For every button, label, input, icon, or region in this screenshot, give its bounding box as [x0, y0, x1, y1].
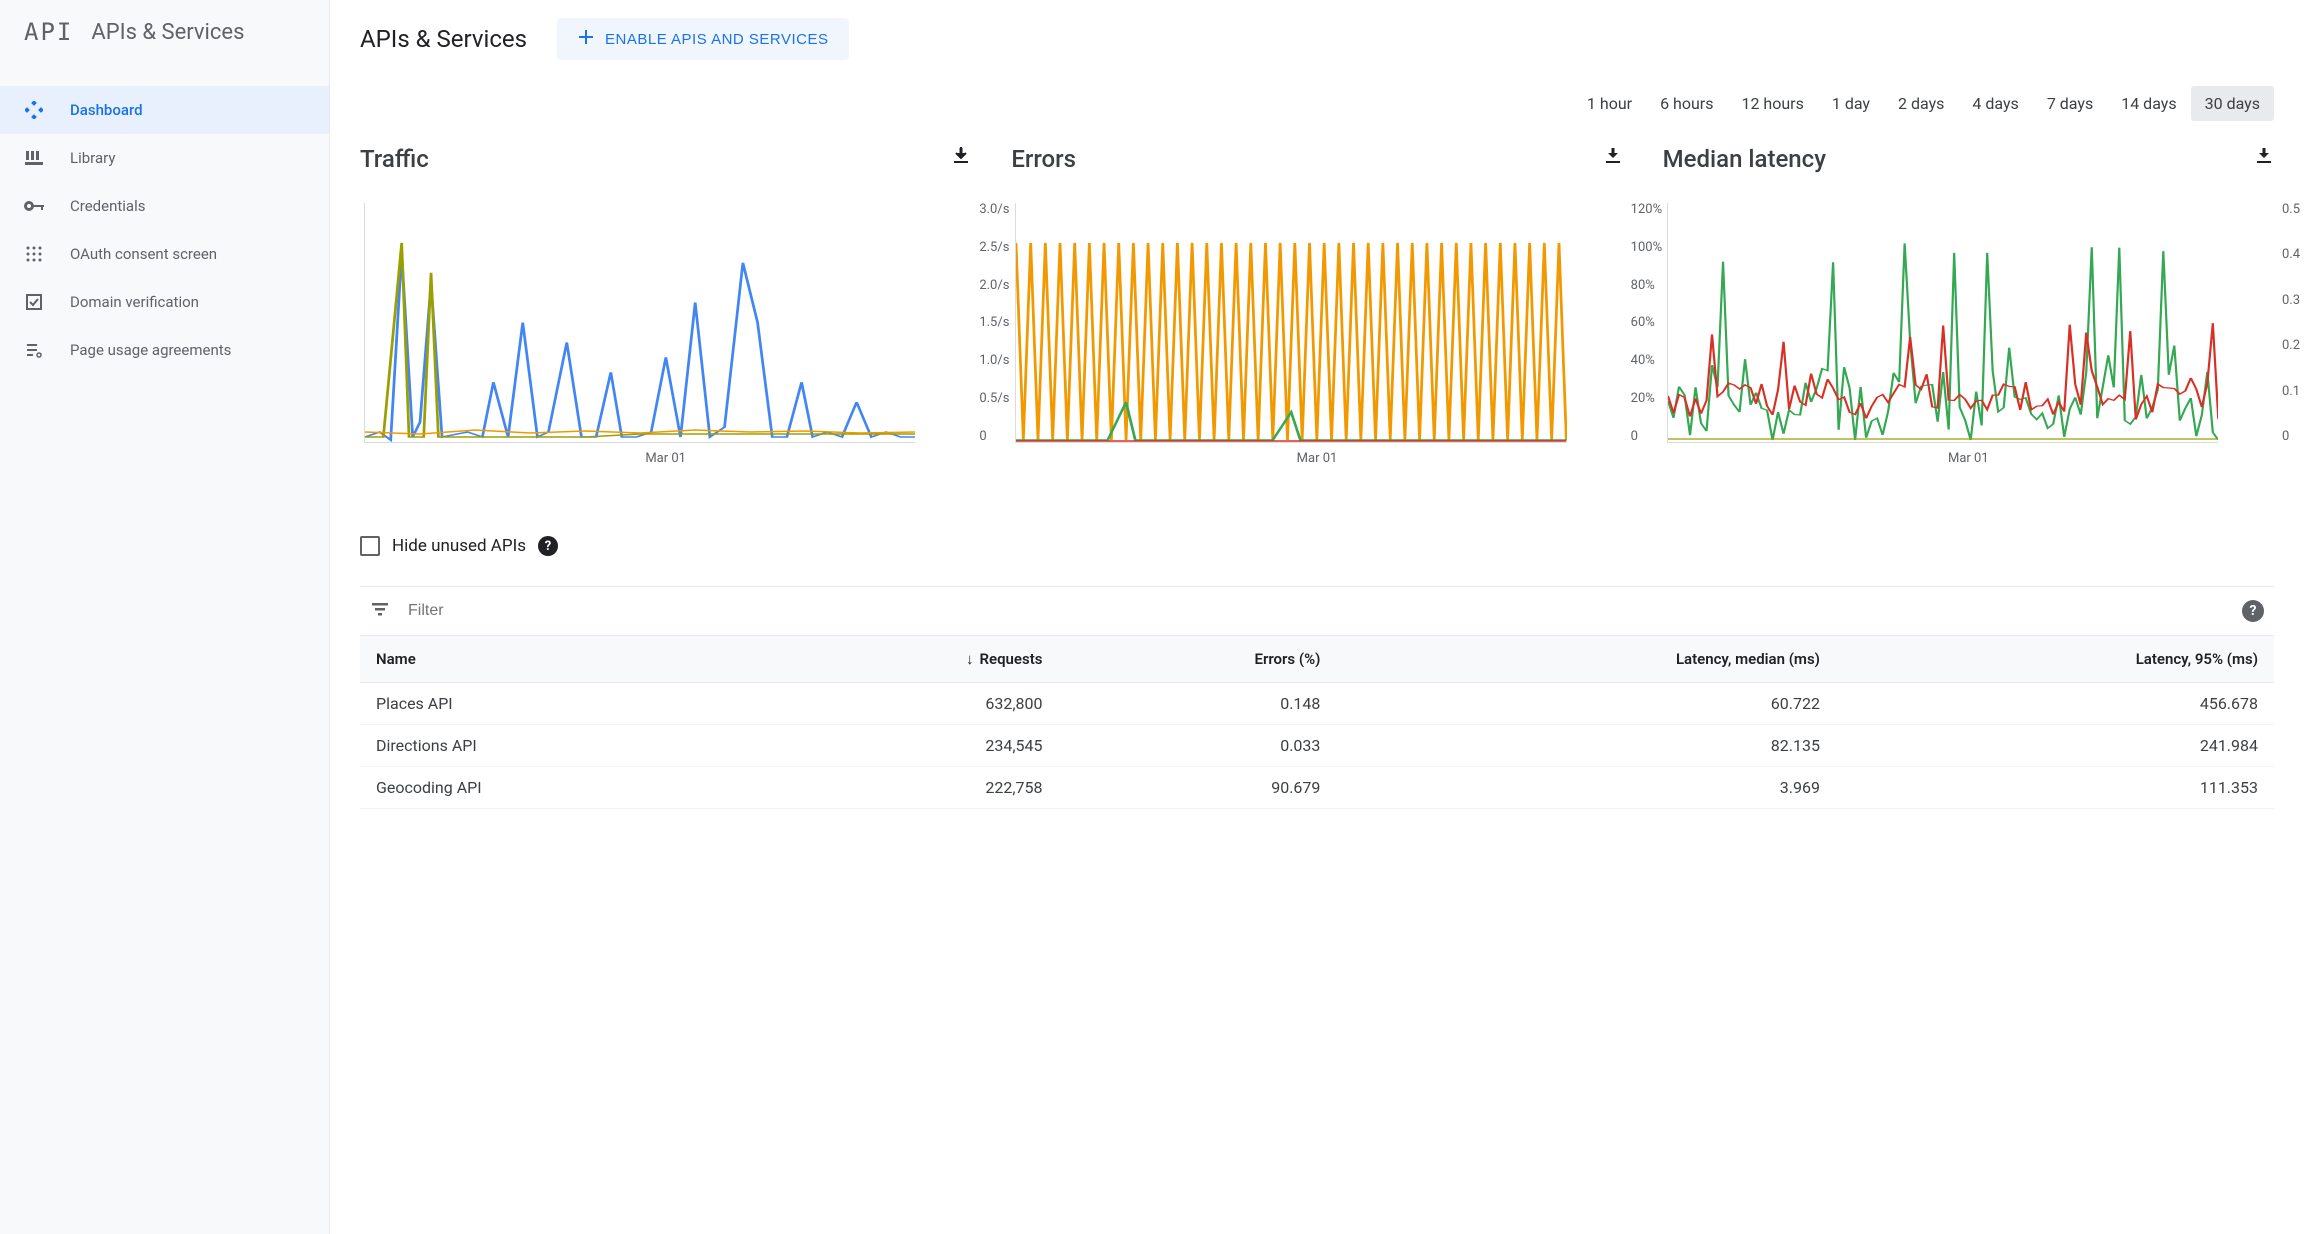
- api-logo: API: [24, 18, 73, 46]
- filter-bar: ?: [360, 586, 2274, 636]
- cell-requests: 234,545: [751, 725, 1059, 767]
- col-latency-95[interactable]: Latency, 95% (ms): [1836, 636, 2274, 683]
- table-row[interactable]: Directions API 234,545 0.033 82.135 241.…: [360, 725, 2274, 767]
- filter-icon: [370, 599, 390, 623]
- help-icon[interactable]: ?: [2242, 600, 2264, 622]
- col-requests[interactable]: ↓Requests: [751, 636, 1059, 683]
- help-icon[interactable]: ?: [538, 536, 558, 556]
- download-icon[interactable]: [2254, 145, 2274, 169]
- timerange-6hours[interactable]: 6 hours: [1646, 86, 1727, 121]
- timerange-2days[interactable]: 2 days: [1884, 86, 1958, 121]
- cell-latency-95: 111.353: [1836, 767, 2274, 809]
- enable-apis-label: ENABLE APIS AND SERVICES: [605, 31, 828, 48]
- page-title: APIs & Services: [360, 25, 527, 53]
- x-axis-label: Mar 01: [1663, 451, 2274, 466]
- cell-latency-median: 60.722: [1336, 683, 1836, 725]
- sidebar-title: APIs & Services: [91, 20, 244, 45]
- timerange-14days[interactable]: 14 days: [2107, 86, 2190, 121]
- sidebar-item-label: OAuth consent screen: [70, 245, 217, 263]
- cell-name: Geocoding API: [360, 767, 751, 809]
- sidebar: API APIs & Services Dashboard Library: [0, 0, 330, 1234]
- x-axis-label: Mar 01: [360, 451, 971, 466]
- main-content: APIs & Services ENABLE APIS AND SERVICES…: [330, 0, 2304, 1234]
- col-errors[interactable]: Errors (%): [1058, 636, 1336, 683]
- enable-apis-button[interactable]: ENABLE APIS AND SERVICES: [557, 18, 848, 60]
- cell-latency-median: 82.135: [1336, 725, 1836, 767]
- sidebar-item-label: Credentials: [70, 197, 145, 215]
- chart-errors: Errors 120% 100%: [1011, 145, 1622, 466]
- cell-name: Places API: [360, 683, 751, 725]
- cell-latency-95: 456.678: [1836, 683, 2274, 725]
- timerange-4days[interactable]: 4 days: [1958, 86, 2032, 121]
- chart-title: Traffic: [360, 145, 429, 173]
- download-icon[interactable]: [1603, 145, 1623, 169]
- chart-plot: [1667, 203, 2218, 443]
- options-row: Hide unused APIs ?: [360, 536, 2274, 556]
- cell-errors: 0.148: [1058, 683, 1336, 725]
- sidebar-item-credentials[interactable]: Credentials: [0, 182, 329, 230]
- chart-plot: [364, 203, 915, 443]
- sidebar-nav: Dashboard Library Credentials OAuth cons…: [0, 86, 329, 374]
- cell-latency-95: 241.984: [1836, 725, 2274, 767]
- sidebar-item-label: Page usage agreements: [70, 341, 231, 359]
- filter-input[interactable]: [408, 602, 2224, 620]
- plus-icon: [577, 28, 595, 50]
- cell-latency-median: 3.969: [1336, 767, 1836, 809]
- chart-title: Errors: [1011, 145, 1076, 173]
- table-row[interactable]: Geocoding API 222,758 90.679 3.969 111.3…: [360, 767, 2274, 809]
- sidebar-item-label: Domain verification: [70, 293, 199, 311]
- apis-table: Name ↓Requests Errors (%) Latency, media…: [360, 636, 2274, 809]
- sidebar-item-library[interactable]: Library: [0, 134, 329, 182]
- cell-errors: 90.679: [1058, 767, 1336, 809]
- sidebar-item-label: Library: [70, 149, 115, 167]
- sidebar-item-page-usage[interactable]: Page usage agreements: [0, 326, 329, 374]
- hide-unused-checkbox[interactable]: [360, 536, 380, 556]
- timerange-1day[interactable]: 1 day: [1818, 86, 1884, 121]
- cell-requests: 222,758: [751, 767, 1059, 809]
- sidebar-item-dashboard[interactable]: Dashboard: [0, 86, 329, 134]
- chart-latency: Median latency 0.5: [1663, 145, 2274, 466]
- table-row[interactable]: Places API 632,800 0.148 60.722 456.678: [360, 683, 2274, 725]
- timerange-7days[interactable]: 7 days: [2033, 86, 2107, 121]
- cell-name: Directions API: [360, 725, 751, 767]
- sidebar-header: API APIs & Services: [0, 0, 329, 68]
- sidebar-item-domain-verification[interactable]: Domain verification: [0, 278, 329, 326]
- consent-icon: [24, 244, 44, 264]
- cell-errors: 0.033: [1058, 725, 1336, 767]
- sidebar-item-label: Dashboard: [70, 101, 143, 119]
- timerange-30days[interactable]: 30 days: [2191, 86, 2274, 121]
- agreements-icon: [24, 340, 44, 360]
- sidebar-item-oauth[interactable]: OAuth consent screen: [0, 230, 329, 278]
- library-icon: [24, 148, 44, 168]
- dashboard-icon: [24, 100, 44, 120]
- charts-row: Traffic 3.0/s 2.5/s: [360, 145, 2274, 466]
- verification-icon: [24, 292, 44, 312]
- y-axis-ticks: 0.5 0.4 0.3 0.2 0.1 0: [2276, 203, 2304, 443]
- col-name[interactable]: Name: [360, 636, 751, 683]
- timerange-1hour[interactable]: 1 hour: [1573, 86, 1646, 121]
- chart-plot: [1015, 203, 1566, 443]
- col-latency-median[interactable]: Latency, median (ms): [1336, 636, 1836, 683]
- timerange-12hours[interactable]: 12 hours: [1727, 86, 1817, 121]
- chart-title: Median latency: [1663, 145, 1826, 173]
- sort-desc-icon: ↓: [966, 650, 974, 668]
- download-icon[interactable]: [951, 145, 971, 169]
- chart-traffic: Traffic 3.0/s 2.5/s: [360, 145, 971, 466]
- x-axis-label: Mar 01: [1011, 451, 1622, 466]
- key-icon: [24, 196, 44, 216]
- cell-requests: 632,800: [751, 683, 1059, 725]
- main-header: APIs & Services ENABLE APIS AND SERVICES: [360, 0, 2274, 72]
- hide-unused-label: Hide unused APIs: [392, 536, 526, 556]
- time-range-selector: 1 hour 6 hours 12 hours 1 day 2 days 4 d…: [360, 86, 2274, 121]
- table-header-row: Name ↓Requests Errors (%) Latency, media…: [360, 636, 2274, 683]
